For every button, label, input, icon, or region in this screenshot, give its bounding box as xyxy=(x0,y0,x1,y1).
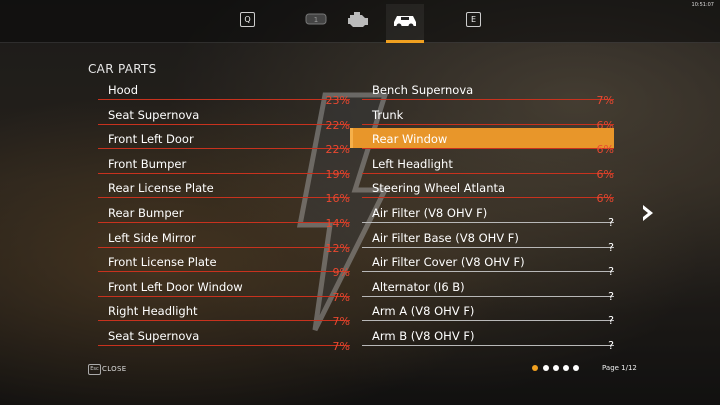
condition-line xyxy=(98,295,350,297)
escape-key-icon[interactable]: Esc xyxy=(88,364,101,375)
part-name: Hood xyxy=(108,83,139,97)
part-name: Air Filter Base (V8 OHV F) xyxy=(372,230,519,245)
condition-line xyxy=(98,344,350,346)
section-title: CAR PARTS xyxy=(88,62,157,76)
part-row[interactable]: Front Bumper 19% xyxy=(98,153,350,181)
part-row[interactable]: Bench Supernova 7% xyxy=(362,79,614,107)
page-dot[interactable] xyxy=(553,365,559,371)
part-row-selected[interactable]: Rear Window 6% xyxy=(350,128,614,156)
part-row[interactable]: Right Headlight 7% xyxy=(98,300,350,328)
part-row[interactable]: Trunk 6% xyxy=(362,104,614,132)
part-name: Front Bumper xyxy=(108,156,187,171)
part-row[interactable]: Left Headlight 6% xyxy=(362,153,614,181)
part-name: Seat Supernova xyxy=(108,328,200,343)
page-number: Page 1/12 xyxy=(602,364,637,372)
condition-line xyxy=(362,148,614,150)
tab-prev-key[interactable]: Q xyxy=(240,12,255,27)
part-name: Trunk xyxy=(372,107,404,122)
part-row[interactable]: Alternator (I6 B)? xyxy=(362,276,614,303)
condition-line xyxy=(362,271,614,273)
part-row[interactable]: Rear Bumper 14% xyxy=(98,202,350,230)
part-name: Steering Wheel Atlanta xyxy=(372,181,506,196)
part-name: Rear Bumper xyxy=(108,205,184,220)
part-name: Air Filter Cover (V8 OHV F) xyxy=(372,255,525,270)
part-name: Left Headlight xyxy=(372,156,453,171)
condition-line xyxy=(362,197,614,199)
page-dot[interactable] xyxy=(563,365,569,371)
condition-line xyxy=(98,246,350,248)
condition-line xyxy=(362,221,614,223)
next-page-arrow-icon[interactable] xyxy=(640,203,656,223)
engine-icon[interactable] xyxy=(346,10,370,28)
condition-line xyxy=(362,295,614,297)
part-name: Front Left Door Window xyxy=(108,279,243,294)
part-name: Seat Supernova xyxy=(108,107,200,122)
part-row[interactable]: Air Filter Base (V8 OHV F)? xyxy=(362,227,614,254)
active-tab-indicator xyxy=(386,40,424,43)
selection-edge xyxy=(350,128,353,149)
part-name: Right Headlight xyxy=(108,304,198,319)
condition-value: ? xyxy=(608,338,614,352)
part-name: Air Filter (V8 OHV F) xyxy=(372,205,488,220)
condition-line xyxy=(98,99,350,100)
part-name: Rear License Plate xyxy=(108,181,214,196)
condition-line xyxy=(362,320,614,322)
part-name: Arm B (V8 OHV F) xyxy=(372,328,475,343)
part-name: Left Side Mirror xyxy=(108,230,196,245)
condition-line xyxy=(362,246,614,248)
page-dot[interactable] xyxy=(573,365,579,371)
part-name: Front Left Door xyxy=(108,132,194,147)
condition-line xyxy=(98,123,350,125)
condition-line xyxy=(362,99,614,100)
part-row[interactable]: Arm B (V8 OHV F)? xyxy=(362,325,614,352)
part-row[interactable]: Air Filter (V8 OHV F)? xyxy=(362,202,614,229)
condition-line xyxy=(362,172,614,174)
part-row[interactable]: Front Left Door Window 7% xyxy=(98,276,350,304)
page-dot[interactable] xyxy=(543,365,549,371)
clock: 10:51:07 xyxy=(691,2,714,8)
top-tab-bar: 10:51:07 Q 1 E xyxy=(0,0,720,43)
part-name: Arm A (V8 OHV F) xyxy=(372,304,475,319)
close-button[interactable]: CLOSE xyxy=(102,365,126,373)
part-row[interactable]: Rear License Plate 16% xyxy=(98,177,350,205)
tab-next-key[interactable]: E xyxy=(466,12,481,27)
part-row[interactable]: Air Filter Cover (V8 OHV F)? xyxy=(362,251,614,278)
condition-line xyxy=(98,197,350,199)
parts-list-right: Bench Supernova 7% Trunk 6% Rear Window 6% … xyxy=(350,79,614,352)
condition-line xyxy=(98,271,350,273)
part-row[interactable]: Front Left Door 22% xyxy=(98,128,350,156)
condition-value: 7% xyxy=(332,339,350,353)
part-row[interactable]: Seat Supernova 22% xyxy=(98,104,350,132)
condition-line xyxy=(362,344,614,346)
part-name: Rear Window xyxy=(372,132,448,147)
svg-text:1: 1 xyxy=(314,16,318,24)
part-row[interactable]: Steering Wheel Atlanta 6% xyxy=(362,177,614,205)
page-dot[interactable] xyxy=(532,365,538,371)
condition-line xyxy=(98,221,350,223)
part-name: Alternator (I6 B) xyxy=(372,279,465,294)
condition-line xyxy=(98,320,350,322)
part-name: Front License Plate xyxy=(108,255,217,270)
condition-line xyxy=(98,172,350,174)
parts-list-left: Hood 23% Seat Supernova 22% Front Left Doo… xyxy=(98,79,350,353)
part-row[interactable]: Arm A (V8 OHV F)? xyxy=(362,300,614,327)
part-row[interactable]: Seat Supernova 7% xyxy=(98,325,350,353)
part-row[interactable]: Left Side Mirror 12% xyxy=(98,227,350,255)
car-parts-icon[interactable] xyxy=(392,11,418,29)
engine-block-icon[interactable]: 1 xyxy=(305,10,327,28)
part-row[interactable]: Front License Plate 9% xyxy=(98,251,350,279)
condition-line xyxy=(98,148,350,150)
condition-line xyxy=(362,123,614,125)
part-row[interactable]: Hood 23% xyxy=(98,79,350,107)
part-name: Bench Supernova xyxy=(372,83,474,97)
